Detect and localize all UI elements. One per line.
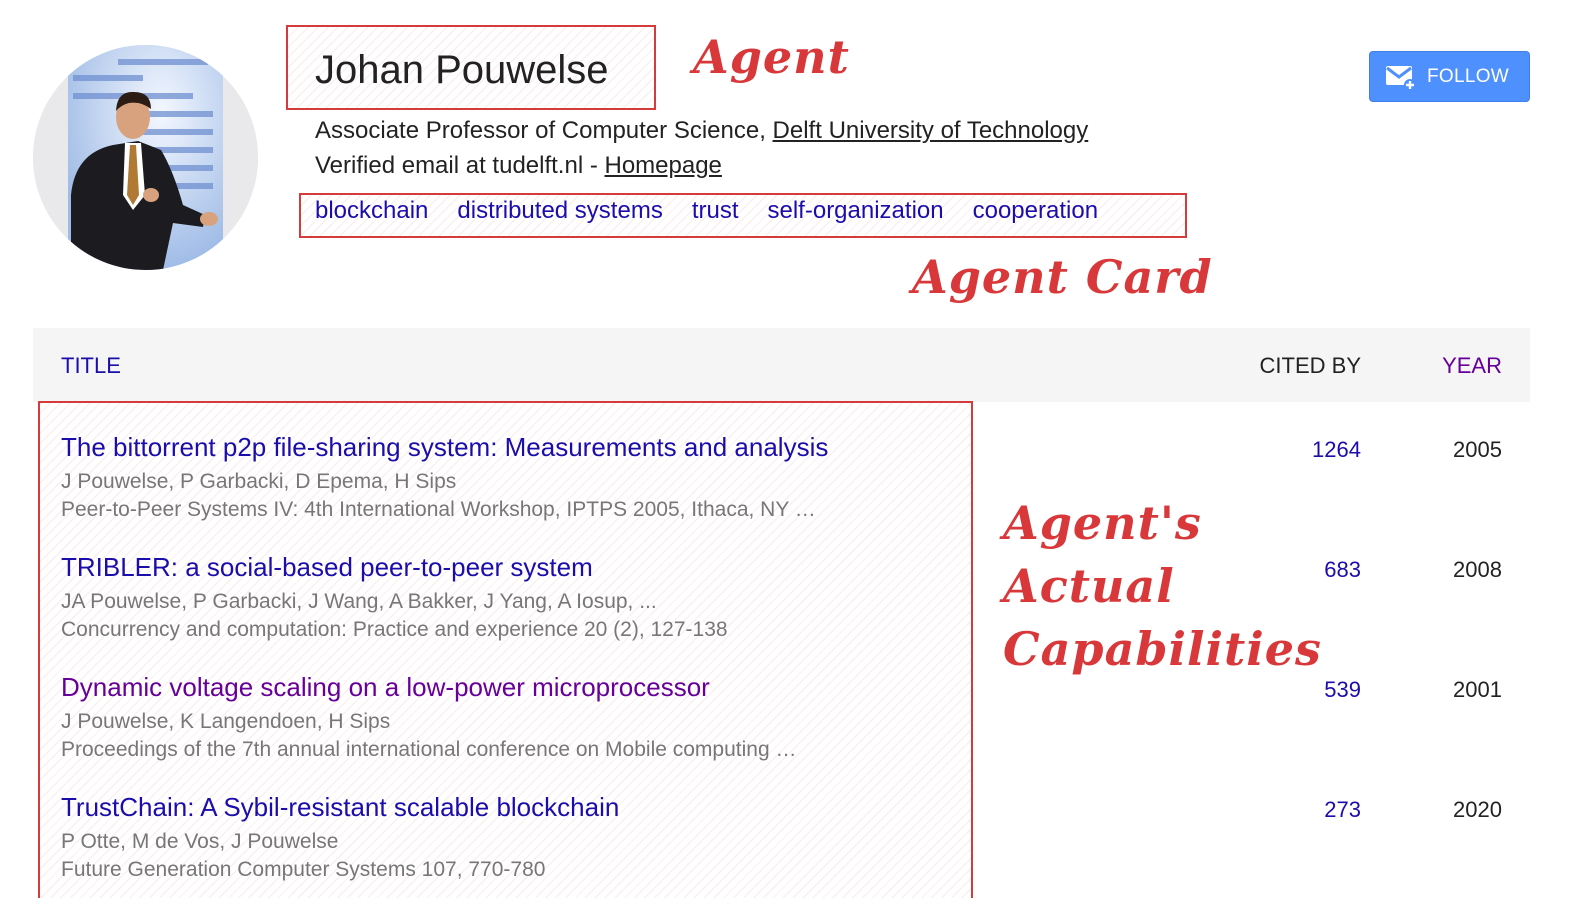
follow-button[interactable]: FOLLOW (1369, 51, 1530, 102)
interest-trust[interactable]: trust (692, 197, 739, 225)
profile-name: Johan Pouwelse (315, 48, 609, 92)
cited-by-count-link[interactable]: 273 (1324, 797, 1361, 823)
publication-venue: Peer-to-Peer Systems IV: 4th Internation… (61, 498, 816, 521)
publication-row: The bittorrent p2p file-sharing system: … (0, 432, 1570, 552)
publication-title-link[interactable]: TrustChain: A Sybil-resistant scalable b… (61, 792, 619, 823)
publication-year: 2020 (1453, 797, 1502, 822)
column-title-header[interactable]: TITLE (61, 353, 121, 379)
homepage-link[interactable]: Homepage (604, 152, 721, 179)
publications-table-header: TITLE CITED BY YEAR (33, 328, 1530, 402)
publication-year: 2008 (1453, 557, 1502, 582)
publication-title-link[interactable]: The bittorrent p2p file-sharing system: … (61, 432, 828, 463)
publication-authors: J Pouwelse, P Garbacki, D Epema, H Sips (61, 470, 457, 493)
interest-self-organization[interactable]: self-organization (768, 197, 944, 225)
affiliation-text: Associate Professor of Computer Science, (315, 117, 773, 144)
publication-venue: Concurrency and computation: Practice an… (61, 618, 728, 641)
profile-avatar (33, 45, 258, 270)
interest-cooperation[interactable]: cooperation (973, 197, 1098, 225)
publication-row: Dynamic voltage scaling on a low-power m… (0, 672, 1570, 792)
publication-title-link[interactable]: TRIBLER: a social-based peer-to-peer sys… (61, 552, 593, 583)
publication-authors: P Otte, M de Vos, J Pouwelse (61, 830, 339, 853)
profile-affiliation: Associate Professor of Computer Science,… (315, 117, 1088, 145)
person-presenting-photo-icon (33, 45, 258, 270)
publication-venue: Proceedings of the 7th annual internatio… (61, 738, 797, 761)
publication-row: TrustChain: A Sybil-resistant scalable b… (0, 792, 1570, 912)
publication-venue: Future Generation Computer Systems 107, … (61, 858, 546, 881)
column-cited-by-header[interactable]: CITED BY (1260, 353, 1361, 379)
annotation-agent: Agent (693, 30, 850, 84)
publication-year: 2001 (1453, 677, 1502, 702)
mail-plus-icon (1386, 65, 1416, 91)
affiliation-link[interactable]: Delft University of Technology (773, 117, 1089, 144)
publication-authors: J Pouwelse, K Langendoen, H Sips (61, 710, 391, 733)
publication-authors: JA Pouwelse, P Garbacki, J Wang, A Bakke… (61, 590, 657, 613)
email-text: Verified email at tudelft.nl - (315, 152, 605, 179)
interest-distributed-systems[interactable]: distributed systems (457, 197, 662, 225)
profile-email: Verified email at tudelft.nl - Homepage (315, 152, 722, 180)
annotation-agent-card: Agent Card (912, 250, 1213, 304)
follow-label: FOLLOW (1427, 65, 1510, 87)
publication-row: TRIBLER: a social-based peer-to-peer sys… (0, 552, 1570, 672)
publication-year: 2005 (1453, 437, 1502, 462)
cited-by-count-link[interactable]: 683 (1324, 557, 1361, 583)
column-year-header[interactable]: YEAR (1442, 353, 1502, 379)
cited-by-count-link[interactable]: 1264 (1312, 437, 1361, 463)
cited-by-count-link[interactable]: 539 (1324, 677, 1361, 703)
publication-title-link[interactable]: Dynamic voltage scaling on a low-power m… (61, 672, 710, 703)
interest-blockchain[interactable]: blockchain (315, 197, 428, 225)
profile-interests: blockchain distributed systems trust sel… (315, 197, 1098, 225)
